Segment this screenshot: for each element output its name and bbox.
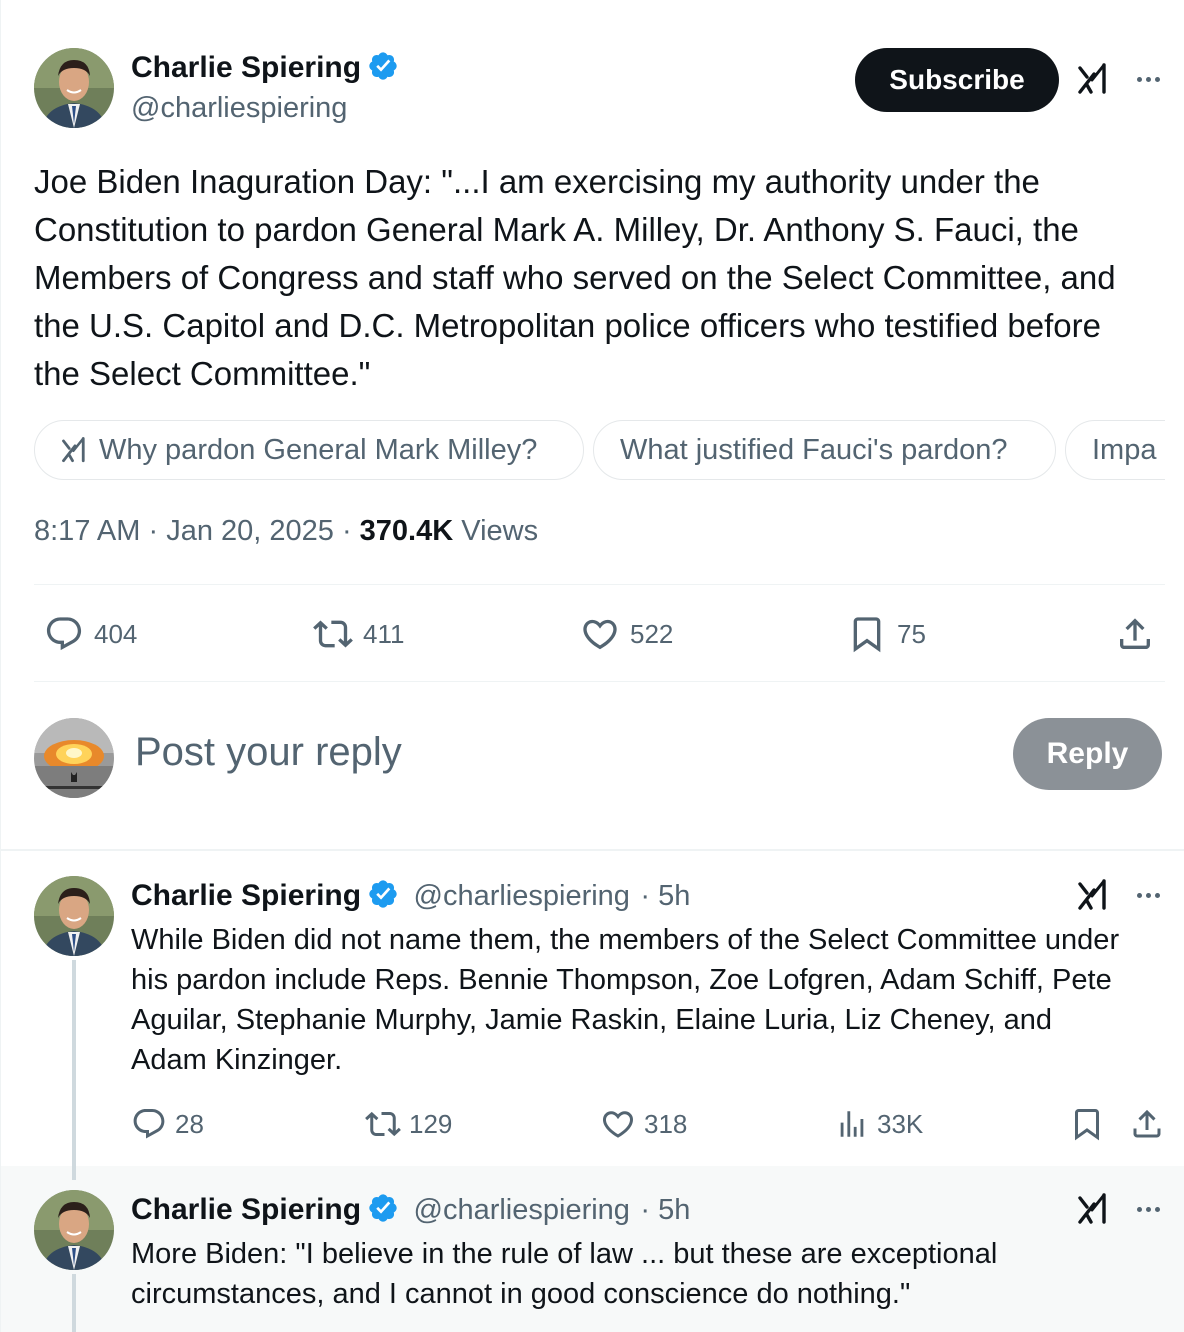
- reply-action[interactable]: 28: [131, 1106, 204, 1142]
- reply-action[interactable]: 404: [44, 614, 137, 654]
- bookmark-icon: [1075, 1109, 1099, 1141]
- tweet-header: Charlie Spiering @charliespiering · 5h: [131, 878, 690, 913]
- analytics-icon: [840, 1111, 864, 1137]
- bookmark-icon: [853, 617, 881, 653]
- author-name[interactable]: Charlie Spiering: [131, 1193, 361, 1226]
- author-name-row[interactable]: Charlie Spiering: [131, 50, 399, 85]
- grok-suggestion-label: What justified Fauci's pardon?: [620, 433, 1008, 466]
- divider: [34, 681, 1165, 682]
- tweet-text: More Biden: "I believe in the rule of la…: [131, 1238, 998, 1310]
- heart-icon: [583, 619, 617, 650]
- subscribe-button[interactable]: Subscribe: [855, 48, 1059, 112]
- author-name[interactable]: Charlie Spiering: [131, 879, 361, 912]
- author-avatar[interactable]: [34, 876, 114, 956]
- grok-suggestions: Why pardon General Mark Milley? What jus…: [34, 420, 1165, 480]
- views-label: Views: [461, 515, 539, 547]
- share-icon: [1120, 618, 1150, 649]
- grok-suggestion-chip[interactable]: What justified Fauci's pardon?: [593, 420, 1056, 480]
- views-count: 33K: [877, 1108, 924, 1139]
- repost-icon: [313, 620, 353, 648]
- post-text: Joe Biden Inaguration Day: "...I am exer…: [34, 163, 1125, 392]
- views-action[interactable]: 33K: [835, 1106, 923, 1142]
- grok-suggestion-label: Impa: [1092, 433, 1157, 466]
- views-count: 370.4K: [359, 515, 454, 547]
- repost-action[interactable]: 129: [363, 1106, 452, 1142]
- post-time[interactable]: 8:17 AM: [34, 515, 140, 547]
- bookmark-count: 75: [897, 618, 926, 649]
- verified-badge-icon: [369, 52, 397, 80]
- section-divider: [1, 849, 1184, 851]
- post-date[interactable]: Jan 20, 2025: [166, 515, 334, 547]
- grok-icon[interactable]: [1077, 1192, 1111, 1226]
- reply-input[interactable]: Post your reply: [135, 730, 402, 775]
- more-options-icon[interactable]: [1131, 878, 1165, 912]
- like-action[interactable]: 318: [600, 1106, 687, 1142]
- author-name[interactable]: Charlie Spiering: [131, 51, 361, 84]
- grok-icon[interactable]: [1077, 878, 1111, 912]
- repost-count: 411: [363, 618, 405, 649]
- grok-suggestion-chip[interactable]: Impa: [1065, 420, 1165, 480]
- tweet-age[interactable]: · 5h: [640, 1194, 690, 1226]
- bookmark-action[interactable]: [1069, 1106, 1105, 1142]
- like-action[interactable]: 522: [580, 614, 673, 654]
- more-options-icon[interactable]: [1131, 62, 1165, 96]
- heart-icon: [602, 1111, 634, 1138]
- author-handle[interactable]: @charliespiering: [414, 1194, 630, 1226]
- author-avatar[interactable]: [34, 1190, 114, 1270]
- bookmark-action[interactable]: 75: [847, 614, 926, 654]
- user-avatar[interactable]: [34, 718, 114, 798]
- repost-action[interactable]: 411: [311, 614, 404, 654]
- reply-count: 28: [175, 1108, 204, 1139]
- reply-count: 404: [94, 618, 138, 649]
- like-count: 522: [630, 618, 674, 649]
- grok-suggestion-label: Why pardon General Mark Milley?: [99, 433, 538, 466]
- verified-badge-icon: [369, 880, 397, 908]
- reply-button[interactable]: Reply: [1013, 718, 1162, 790]
- share-icon: [1133, 1109, 1161, 1138]
- grok-icon: [62, 437, 85, 463]
- tweet-text: While Biden did not name them, the membe…: [131, 924, 1120, 1076]
- author-avatar[interactable]: [34, 48, 114, 128]
- grok-suggestion-chip[interactable]: Why pardon General Mark Milley?: [34, 420, 584, 480]
- verified-badge-icon: [369, 1194, 397, 1222]
- tweet-age[interactable]: · 5h: [640, 880, 690, 912]
- author-handle[interactable]: @charliespiering: [414, 880, 630, 912]
- thread-connector: [72, 1274, 76, 1332]
- repost-icon: [365, 1111, 401, 1137]
- divider: [34, 584, 1165, 585]
- post-meta: 8:17 AM · Jan 20, 2025 · 370.4K Views: [34, 515, 539, 547]
- tweet-page: Charlie Spiering @charliespiering Subscr…: [0, 0, 1184, 1332]
- tweet-header: Charlie Spiering @charliespiering · 5h: [131, 1192, 690, 1227]
- like-count: 318: [644, 1108, 688, 1139]
- share-action[interactable]: [1115, 614, 1155, 654]
- share-action[interactable]: [1129, 1106, 1165, 1142]
- thread-connector: [72, 960, 76, 1180]
- reply-icon: [133, 1109, 165, 1139]
- grok-icon[interactable]: [1077, 62, 1111, 96]
- repost-count: 129: [409, 1108, 453, 1139]
- author-handle[interactable]: @charliespiering: [131, 92, 347, 125]
- more-options-icon[interactable]: [1131, 1192, 1165, 1226]
- reply-icon: [46, 617, 82, 651]
